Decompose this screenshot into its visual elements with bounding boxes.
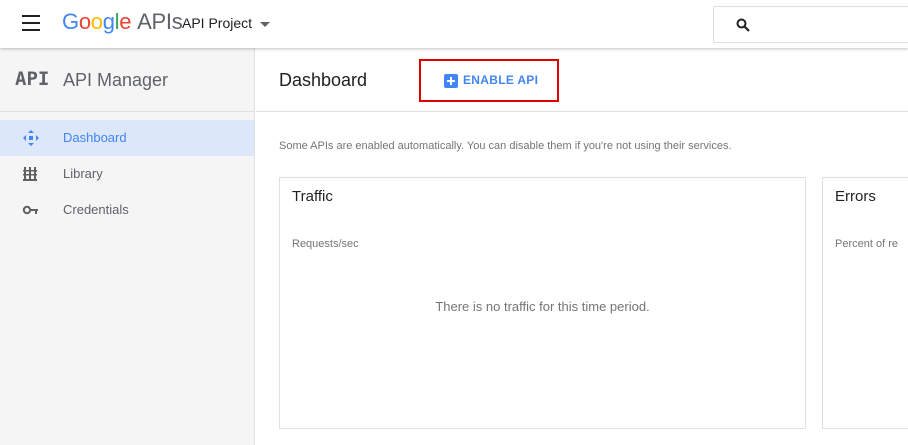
sidebar-title: API Manager [63,70,169,90]
sidebar-item-credentials[interactable]: Credentials [0,192,254,228]
sidebar-item-dashboard[interactable]: Dashboard [0,120,254,156]
api-logo-icon: API [15,68,50,90]
dropdown-caret-icon [260,21,271,27]
card-title: Errors [835,188,876,205]
sidebar-item-label: Credentials [63,202,129,217]
errors-card: Errors Percent of re [822,177,908,429]
sidebar-header: API API Manager [0,48,254,112]
sidebar: API API Manager Dashboard Library Creden… [0,48,255,445]
google-apis-logo[interactable]: Google APIs [62,9,183,35]
search-box[interactable] [713,6,908,43]
sidebar-item-label: Library [63,166,103,181]
search-icon [736,18,750,32]
card-subtitle: Requests/sec [292,238,359,250]
menu-icon[interactable] [20,15,42,33]
content-header: Dashboard ENABLE API [256,48,908,112]
library-icon [23,167,37,181]
add-box-icon [444,74,458,88]
sidebar-item-label: Dashboard [63,130,127,145]
project-selector[interactable]: API Project [182,15,271,31]
dashboard-icon [23,130,39,146]
top-app-bar: Google APIs API Project [0,0,908,48]
enable-api-label: ENABLE API [463,73,539,87]
enable-api-button[interactable]: ENABLE API [419,59,559,102]
card-subtitle: Percent of re [835,238,898,250]
traffic-card: Traffic Requests/sec There is no traffic… [279,177,806,429]
key-icon [22,205,38,215]
empty-state-message: There is no traffic for this time period… [435,299,650,314]
auto-enabled-notice: Some APIs are enabled automatically. You… [279,140,732,152]
card-title: Traffic [292,188,333,205]
project-name: API Project [182,15,253,31]
sidebar-item-library[interactable]: Library [0,156,254,192]
page-title: Dashboard [279,70,368,90]
